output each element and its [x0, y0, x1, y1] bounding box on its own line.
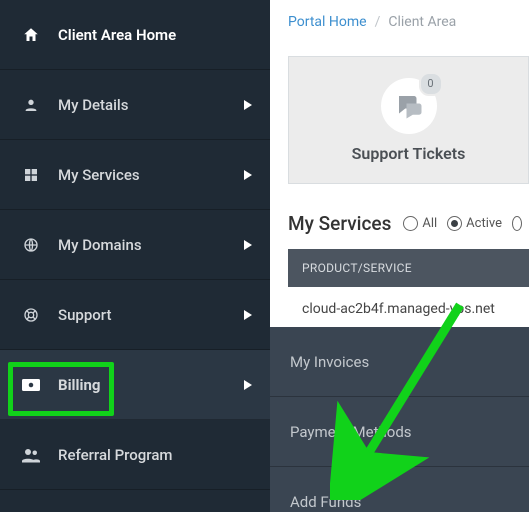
sidebar-item-billing[interactable]: Billing [0, 350, 270, 420]
sidebar-item-label: My Details [58, 96, 128, 114]
breadcrumb-current: Client Area [388, 14, 456, 30]
sidebar-item-label: Referral Program [58, 446, 173, 464]
table-row[interactable]: cloud-ac2b4f.managed-vps.net [288, 287, 529, 317]
sidebar-item-details[interactable]: My Details [0, 70, 270, 140]
sidebar-item-order[interactable]: Order New Services [0, 490, 270, 512]
chevron-right-icon [244, 240, 252, 250]
globe-icon [18, 237, 44, 253]
chevron-right-icon [244, 170, 252, 180]
sidebar: Client Area Home My Details My Services [0, 0, 270, 512]
sidebar-item-domains[interactable]: My Domains [0, 210, 270, 280]
home-icon [18, 26, 44, 44]
sidebar-item-label: My Domains [58, 236, 142, 254]
filter-radios: All Active [403, 216, 522, 231]
chevron-right-icon [244, 310, 252, 320]
breadcrumb: Portal Home / Client Area [288, 2, 529, 42]
main-area: Portal Home / Client Area 0 Support Tick… [270, 0, 529, 512]
grid-icon [18, 167, 44, 183]
radio-label: All [422, 216, 437, 231]
filter-more[interactable] [512, 216, 522, 231]
chat-icon: 0 [381, 78, 437, 134]
table-header: PRODUCT/SERVICE [288, 249, 529, 287]
sidebar-item-label: Billing [58, 376, 100, 394]
chevron-right-icon [244, 100, 252, 110]
life-ring-icon [18, 307, 44, 323]
user-icon [18, 97, 44, 113]
filter-all[interactable]: All [403, 216, 437, 231]
sidebar-item-label: Client Area Home [58, 26, 176, 44]
ticket-count-badge: 0 [419, 72, 443, 96]
radio-label: Active [466, 216, 502, 231]
radio-icon [512, 216, 522, 231]
money-icon [18, 378, 44, 392]
filter-active[interactable]: Active [447, 216, 502, 231]
submenu-add-funds[interactable]: Add Funds [270, 467, 529, 512]
content: Portal Home / Client Area 0 Support Tick… [270, 0, 529, 317]
services-section-header: My Services All Active [288, 212, 529, 235]
radio-icon [447, 216, 462, 231]
billing-submenu: My Invoices Payment Methods Add Funds [270, 327, 529, 512]
users-icon [18, 447, 44, 463]
sidebar-item-label: Support [58, 306, 111, 324]
sidebar-item-services[interactable]: My Services [0, 140, 270, 210]
radio-icon [403, 216, 418, 231]
card-title: Support Tickets [352, 144, 466, 163]
sidebar-item-support[interactable]: Support [0, 280, 270, 350]
support-tickets-card[interactable]: 0 Support Tickets [288, 56, 529, 184]
submenu-payment-methods[interactable]: Payment Methods [270, 397, 529, 467]
sidebar-item-label: My Services [58, 166, 140, 184]
breadcrumb-sep: / [375, 14, 381, 30]
section-title: My Services [288, 212, 391, 235]
breadcrumb-home-link[interactable]: Portal Home [288, 14, 367, 30]
submenu-invoices[interactable]: My Invoices [270, 327, 529, 397]
sidebar-item-home[interactable]: Client Area Home [0, 0, 270, 70]
sidebar-item-referral[interactable]: Referral Program [0, 420, 270, 490]
chevron-right-icon [244, 380, 252, 390]
